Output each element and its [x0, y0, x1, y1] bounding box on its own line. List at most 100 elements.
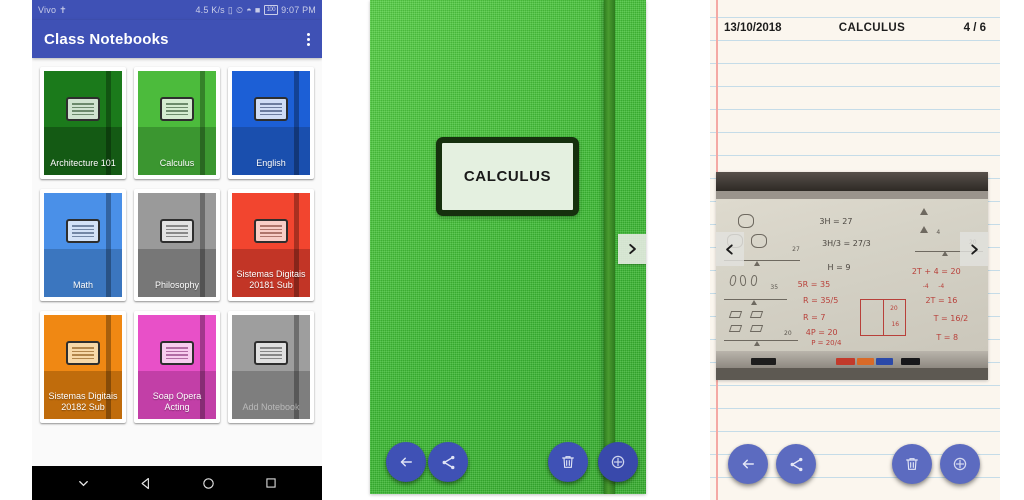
figure-parallelogram	[750, 311, 764, 319]
notebook-label-icon	[254, 97, 288, 121]
back-fab[interactable]	[728, 444, 768, 484]
back-fab[interactable]	[386, 442, 426, 482]
wifi-icon: ◓	[246, 4, 252, 15]
notebook-label-icon	[160, 341, 194, 365]
whiteboard-image: 27 35 20 3H = 27 3H/3 = 27/3 H = 9 5R = …	[716, 172, 988, 380]
cover-title: CALCULUS	[463, 168, 552, 185]
bluetooth-icon: ✝	[59, 4, 67, 15]
notebook-label-icon	[66, 219, 100, 243]
note-header: 13/10/2018 CALCULUS 4 / 6	[710, 0, 1000, 56]
notebook-cover: Sistemas Digitais 20182 Sub	[44, 315, 122, 419]
vibrate-icon: ▯	[227, 4, 234, 15]
battery-icon: 100	[263, 5, 279, 15]
delete-fab[interactable]	[548, 442, 588, 482]
marker-black	[751, 358, 776, 366]
square-recents-icon[interactable]	[264, 476, 278, 490]
figure-triangle	[920, 226, 928, 234]
marker-red	[835, 358, 855, 366]
notebook-cover: Architecture 101	[44, 71, 122, 175]
marker-orange	[857, 358, 874, 366]
equation-text: 4P = 20	[805, 328, 838, 338]
notebook-card[interactable]: Sistemas Digitais 20182 Sub	[40, 311, 126, 423]
equation-text: T = 8	[936, 332, 959, 342]
figure-parallelogram	[728, 311, 742, 319]
figure-hexagon	[737, 214, 754, 229]
notebook-title: Architecture 101	[50, 158, 116, 168]
equation-text: 2T = 16	[925, 296, 958, 306]
notebook-label-icon	[66, 341, 100, 365]
notebook-cover: Math	[44, 193, 122, 297]
balance-value: 20	[784, 329, 792, 337]
chevron-down-icon[interactable]	[76, 476, 91, 491]
equation-text: 3H/3 = 27/3	[822, 238, 871, 248]
add-fab[interactable]	[598, 442, 638, 482]
circle-home-icon[interactable]	[201, 476, 216, 491]
app-bar: Class Notebooks	[32, 20, 322, 58]
notebook-card[interactable]: English	[228, 67, 314, 179]
figure-triangle	[920, 208, 928, 216]
figure-label: 4	[936, 229, 941, 237]
screenshot-stage: Vivo ✝ 4.5 K/s ▯ ⏲ ◓ ■ 100 9:07 PM Class…	[0, 0, 1024, 500]
equation-text: R = 7	[803, 312, 826, 322]
notebook-card[interactable]: Soap Opera Acting	[134, 311, 220, 423]
notebook-cover: Soap Opera Acting	[138, 315, 216, 419]
equation-text: -4 -4	[922, 282, 945, 290]
marker-blue	[876, 358, 893, 366]
notebook-title: English	[256, 158, 286, 168]
figure-parallelogram	[728, 325, 742, 333]
carrier-label: Vivo	[38, 5, 57, 15]
equation-text: 3H = 27	[819, 217, 853, 227]
add-fab[interactable]	[940, 444, 980, 484]
signal-icon: ■	[254, 4, 261, 15]
notebook-cover: English	[232, 71, 310, 175]
notebook-cover: Add Notebook	[232, 315, 310, 419]
equation-text: 5R = 35	[797, 279, 831, 289]
elastic-band	[604, 0, 615, 494]
triangle-back-icon[interactable]	[139, 476, 154, 491]
android-status-bar: Vivo ✝ 4.5 K/s ▯ ⏲ ◓ ■ 100 9:07 PM	[32, 0, 322, 20]
notebook-cover: Philosophy	[138, 193, 216, 297]
notebook-card[interactable]: Add Notebook	[228, 311, 314, 423]
android-nav-bar	[32, 466, 322, 500]
note-date: 13/10/2018	[724, 22, 782, 34]
notebook-card[interactable]: Philosophy	[134, 189, 220, 301]
notebook-label-icon	[254, 341, 288, 365]
panel2-fab-row	[370, 436, 646, 488]
figure-label: 20	[890, 305, 898, 313]
balance-fulcrum	[941, 251, 948, 257]
share-fab[interactable]	[428, 442, 468, 482]
notebook-title: Philosophy	[154, 280, 200, 290]
delete-fab[interactable]	[892, 444, 932, 484]
notebook-cover: Sistemas Digitais 20181 Sub	[232, 193, 310, 297]
notebook-label-icon	[254, 219, 288, 243]
share-fab[interactable]	[776, 444, 816, 484]
equation-text: R = 35/5	[803, 296, 839, 306]
notebook-title: Calculus	[159, 158, 195, 168]
whiteboard-photo[interactable]: 27 35 20 3H = 27 3H/3 = 27/3 H = 9 5R = …	[716, 172, 988, 380]
status-bar-right: 4.5 K/s ▯ ⏲ ◓ ■ 100 9:07 PM	[195, 5, 316, 15]
notebook-label-icon	[160, 97, 194, 121]
balance-fulcrum	[754, 260, 761, 266]
balance-fulcrum	[751, 300, 758, 306]
prev-page-button[interactable]	[716, 232, 744, 266]
notebook-card[interactable]: Architecture 101	[40, 67, 126, 179]
overflow-menu-icon[interactable]	[307, 32, 310, 46]
notebooks-grid: Architecture 101 Calculus English Math Philo…	[40, 67, 314, 423]
notebook-cover: Calculus	[138, 71, 216, 175]
notebook-label-icon	[66, 97, 100, 121]
panel3-fab-row	[710, 444, 1000, 492]
notebook-card[interactable]: Calculus	[134, 67, 220, 179]
figure-hexagon	[751, 233, 768, 248]
balance-value: 27	[792, 246, 800, 254]
page-title: Class Notebooks	[44, 30, 169, 48]
equation-text: H = 9	[827, 262, 851, 272]
next-page-button[interactable]	[618, 234, 646, 264]
next-page-button[interactable]	[960, 232, 988, 266]
balance-value: 35	[770, 284, 779, 292]
clock-label: 9:07 PM	[281, 5, 316, 15]
notebooks-grid-container: Architecture 101 Calculus English Math Philo…	[32, 58, 322, 466]
status-bar-left: Vivo ✝	[38, 5, 67, 15]
notebook-card[interactable]: Math	[40, 189, 126, 301]
notebook-title: Sistemas Digitais 20181 Sub	[236, 269, 306, 290]
notebook-card[interactable]: Sistemas Digitais 20181 Sub	[228, 189, 314, 301]
